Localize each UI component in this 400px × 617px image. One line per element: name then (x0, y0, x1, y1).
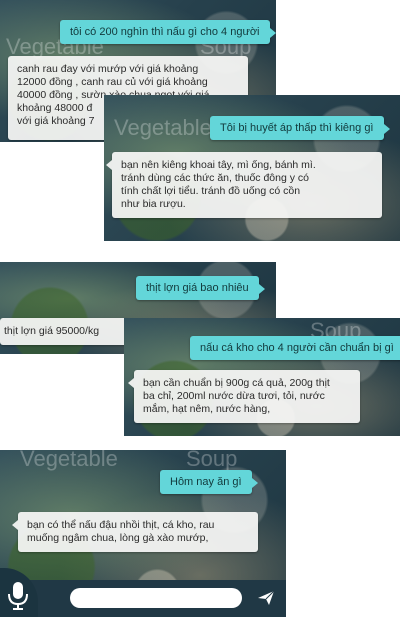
watermark-vegetable: Vegetable (114, 115, 212, 140)
bot-message-line: bạn có thể nấu đậu nhồi thịt, cá kho, ra… (27, 519, 215, 531)
bot-message-line: bạn cần chuẩn bị 900g cá quả, 200g thịt (143, 377, 330, 389)
bot-message: bạn cần chuẩn bị 900g cá quả, 200g thịt … (128, 370, 360, 423)
bot-message-line: bạn nên kiêng khoai tây, mì ống, bánh mì… (121, 159, 316, 171)
bot-message: thịt lợn giá 95000/kg (0, 318, 128, 345)
chat-screen-2: Vegetable Soup Tôi bị huyết áp thấp thì … (104, 95, 400, 241)
bot-message-line: tính chất lợi tiểu. tránh đồ uống có cồn (121, 185, 301, 197)
send-icon (257, 590, 275, 610)
watermark-vegetable: Vegetable (20, 450, 118, 471)
send-button[interactable] (257, 590, 275, 611)
bot-message-line: thịt lợn giá 95000/kg (4, 325, 100, 337)
watermark-soup: Soup (186, 450, 238, 471)
bot-message: bạn nên kiêng khoai tây, mì ống, bánh mì… (106, 152, 382, 218)
user-message: thịt lợn giá bao nhiêu (136, 276, 265, 300)
bot-message-line: tránh dùng các thức ăn, thuốc đông y có (121, 172, 309, 184)
user-message: Tôi bị huyết áp thấp thì kiêng gì (210, 116, 389, 140)
user-message: Hôm nay ăn gì (160, 470, 258, 494)
message-input[interactable] (70, 588, 242, 608)
microphone-icon (5, 581, 31, 616)
user-message: nấu cá kho cho 4 người cần chuẩn bị gì (190, 336, 400, 360)
bot-message-line: muống ngâm chua, lòng gà xào mướp, (27, 532, 209, 544)
bot-message-line: như bia rượu. (121, 198, 186, 210)
chat-screen-4: Soup nấu cá kho cho 4 người cần chuẩn bị… (124, 318, 400, 436)
user-message: tôi có 200 nghìn thì nấu gì cho 4 người (60, 20, 275, 44)
bot-message-line: ba chỉ, 200ml nước dừa tươi, tỏi, nước (143, 390, 325, 402)
bot-message: bạn có thể nấu đậu nhồi thịt, cá kho, ra… (12, 512, 258, 552)
bot-message-line: 12000 đồng , canh rau củ với giá khoảng (17, 76, 208, 88)
bot-message-line: canh rau đay với mướp với giá khoảng (17, 63, 199, 75)
bot-message-line: mắm, hạt nêm, nước hàng, (143, 403, 271, 415)
